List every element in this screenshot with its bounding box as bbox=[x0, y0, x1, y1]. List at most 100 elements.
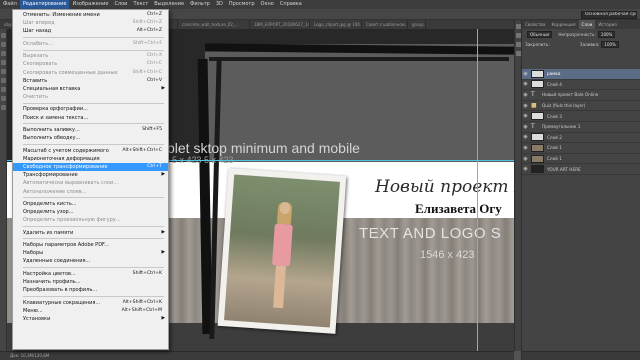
menu-item[interactable]: Фильтр bbox=[187, 0, 213, 9]
layer-row[interactable]: ◉ Слой 1 bbox=[522, 143, 640, 154]
layer-row[interactable]: ◉ Слой 4 bbox=[522, 80, 640, 91]
eraser-tool-icon[interactable] bbox=[1, 78, 6, 83]
edit-menu-item[interactable]: Настройка цветов... Shift+Ctrl+K bbox=[13, 270, 168, 278]
edit-menu-item[interactable]: Поиск и замена текста... bbox=[13, 114, 168, 122]
menu-item[interactable]: Выделение bbox=[151, 0, 187, 9]
workspace-select[interactable]: Основная рабочая среда bbox=[581, 10, 637, 19]
edit-menu-item[interactable]: Назначить профиль... bbox=[13, 278, 168, 286]
overlay-template-text: blet sktop minimum and mobile bbox=[167, 140, 360, 156]
status-bar: Док: 10,3M/120,8M bbox=[0, 351, 514, 360]
layer-thumbnail bbox=[531, 69, 544, 78]
menu-item[interactable]: Редактирование bbox=[19, 0, 70, 9]
edit-menu-item[interactable]: Трансформирование ▶ bbox=[13, 171, 168, 179]
edit-menu-item[interactable]: Свободное трансформирование Ctrl+T bbox=[13, 162, 168, 172]
blend-mode-select[interactable]: Обычные bbox=[527, 30, 553, 38]
tab-layers[interactable]: Слои bbox=[578, 20, 596, 29]
layer-name: Слой 2 bbox=[547, 134, 562, 140]
layers-list: ◉ рамка ◉ Слой 4 ◉ T Новый проект Bale Online ◉… bbox=[522, 69, 640, 175]
menu-item-label: Проверка орфографии... bbox=[23, 106, 88, 113]
layer-row[interactable]: ◉ Слой 2 bbox=[522, 133, 640, 144]
menu-item-label: Удалить из памяти bbox=[23, 229, 74, 236]
menu-item[interactable]: Просмотр bbox=[226, 0, 258, 9]
visibility-eye-icon[interactable]: ◉ bbox=[522, 92, 529, 98]
blend-row: Обычные Непрозрачность: 100% bbox=[522, 29, 640, 39]
edit-menu-item[interactable]: Клавиатурные сокращения... Alt+Shift+Ctrl… bbox=[13, 299, 168, 307]
visibility-eye-icon[interactable]: ◉ bbox=[522, 124, 529, 130]
edit-menu-item[interactable]: Удаленные соединения... bbox=[13, 257, 168, 265]
menu-item[interactable]: Справка bbox=[277, 0, 305, 9]
zoom-tool-icon[interactable] bbox=[1, 105, 6, 110]
layer-name: Слой 1 bbox=[547, 145, 562, 151]
visibility-eye-icon[interactable]: ◉ bbox=[522, 166, 529, 172]
layer-row[interactable]: ◉ T Прямоугольник 1 bbox=[522, 122, 640, 133]
document-tab[interactable]: Logo_clipart.jpg @ 100... bbox=[310, 20, 362, 29]
edit-menu-item[interactable]: Установки ▶ bbox=[13, 315, 168, 323]
edit-menu-item[interactable]: Наборы ▶ bbox=[13, 249, 168, 257]
edit-menu-item: Скопировать Ctrl+C bbox=[13, 60, 168, 68]
edit-menu-item[interactable]: Вставить Ctrl+V bbox=[13, 77, 168, 85]
layer-row[interactable]: ◉ T Новый проект Bale Online bbox=[522, 90, 640, 101]
document-tab[interactable]: Совет с шаблоном... bbox=[362, 20, 408, 29]
menu-item[interactable]: 3D bbox=[213, 0, 226, 9]
menu-item-label: Скопировать совмещенные данные bbox=[23, 69, 118, 76]
menu-separator bbox=[23, 295, 164, 297]
lasso-tool-icon[interactable] bbox=[1, 51, 6, 56]
tab-history[interactable]: История bbox=[595, 20, 619, 29]
edit-menu-item[interactable]: Удалить из памяти ▶ bbox=[13, 229, 168, 237]
layer-name: Новый проект Bale Online bbox=[542, 92, 599, 98]
menu-item[interactable]: Слои bbox=[111, 0, 130, 9]
layer-thumbnail: T bbox=[531, 90, 535, 98]
edit-menu-item[interactable]: Специальная вставка ▶ bbox=[13, 85, 168, 93]
fill-input[interactable]: 100% bbox=[601, 40, 619, 48]
guide-line-vertical[interactable] bbox=[477, 29, 478, 351]
edit-menu-item[interactable]: Масштаб с учетом содержимого Alt+Shift+Ct… bbox=[13, 147, 168, 155]
layer-row[interactable]: ◉ ■ Quiz (fiuls this layer) bbox=[522, 101, 640, 112]
layer-row[interactable]: ◉ Слой 3 bbox=[522, 111, 640, 122]
visibility-eye-icon[interactable]: ◉ bbox=[522, 145, 529, 151]
text-tool-icon[interactable] bbox=[1, 87, 6, 92]
menu-separator bbox=[23, 49, 164, 51]
menu-item[interactable]: Изображение bbox=[69, 0, 111, 9]
tab-adjustments[interactable]: Коррекция bbox=[548, 20, 578, 29]
submenu-arrow-icon: ▶ bbox=[161, 315, 165, 321]
menu-item[interactable]: Файл bbox=[0, 0, 20, 9]
document-tab[interactable]: 1BM_EXPORT_20180627_143... bbox=[250, 20, 310, 29]
edit-menu-item[interactable]: Шаг назад Alt+Ctrl+Z bbox=[13, 27, 168, 35]
tab-properties[interactable]: Свойства bbox=[522, 20, 548, 29]
edit-menu-item[interactable]: Выполнить заливку... Shift+F5 bbox=[13, 126, 168, 134]
visibility-eye-icon[interactable]: ◉ bbox=[522, 134, 529, 140]
brush-tool-icon[interactable] bbox=[1, 69, 6, 74]
menu-item[interactable]: Окно bbox=[258, 0, 277, 9]
crop-tool-icon[interactable] bbox=[1, 60, 6, 65]
menu-item-label: Поиск и замена текста... bbox=[23, 114, 89, 121]
visibility-eye-icon[interactable]: ◉ bbox=[522, 156, 529, 162]
edit-menu-item[interactable]: Меню... Alt+Shift+Ctrl+M bbox=[13, 307, 168, 315]
menu-item-shortcut: Shift+Ctrl+F bbox=[133, 40, 162, 46]
menu-item[interactable]: Текст bbox=[130, 0, 151, 9]
layer-row[interactable]: ◉ Слой 1 bbox=[522, 154, 640, 165]
marquee-tool-icon[interactable] bbox=[1, 42, 6, 47]
edit-menu-item[interactable]: Преобразовать в профиль... bbox=[13, 286, 168, 294]
edit-menu-item[interactable]: Отменить: Изменение имени Ctrl+Z bbox=[13, 11, 168, 19]
layer-thumbnail bbox=[531, 165, 544, 174]
visibility-eye-icon[interactable]: ◉ bbox=[522, 71, 529, 77]
edit-menu-item[interactable]: Выполнить обводку... bbox=[13, 134, 168, 142]
edit-menu-item[interactable]: Определить узор... bbox=[13, 208, 168, 216]
layer-row[interactable]: ◉ рамка bbox=[522, 69, 640, 80]
lock-label: Закрепить: bbox=[525, 41, 550, 47]
layer-row[interactable]: ◉ YOUR ART HERE bbox=[522, 164, 640, 175]
menu-item-label: Установки bbox=[23, 315, 51, 322]
edit-menu-dropdown: Отменить: Изменение имени Ctrl+Z Шаг впере… bbox=[12, 9, 169, 350]
document-tab[interactable]: concrete_wall_texture_02_... bbox=[178, 20, 250, 29]
visibility-eye-icon[interactable]: ◉ bbox=[522, 81, 529, 87]
hand-tool-icon[interactable] bbox=[1, 96, 6, 101]
visibility-eye-icon[interactable]: ◉ bbox=[522, 103, 529, 109]
document-tab[interactable]: group... bbox=[408, 20, 426, 29]
opacity-input[interactable]: 100% bbox=[597, 30, 616, 38]
move-tool-icon[interactable] bbox=[1, 33, 6, 38]
edit-menu-item[interactable]: Определить кисть... bbox=[13, 200, 168, 208]
edit-menu-item[interactable]: Наборы параметров Adobe PDF... bbox=[13, 241, 168, 249]
edit-menu-item[interactable]: Марионеточная деформация bbox=[13, 155, 168, 163]
visibility-eye-icon[interactable]: ◉ bbox=[522, 113, 529, 119]
edit-menu-item[interactable]: Проверка орфографии... bbox=[13, 105, 168, 113]
